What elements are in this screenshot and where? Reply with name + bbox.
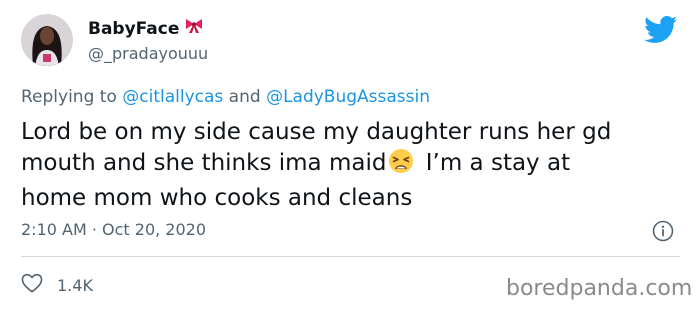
tweet-line-3: home mom who cooks and cleans [21, 185, 413, 211]
like-count: 1.4K [57, 275, 93, 295]
tweet-line-2b: I’m a stay at [418, 150, 571, 176]
twitter-bird-icon[interactable] [644, 16, 678, 48]
tweet-line-2a: mouth and she thinks ima maid [21, 150, 387, 176]
replying-to-conjunction: and [223, 87, 267, 107]
mention-link-citlallycas[interactable]: @citlallycas [122, 87, 223, 107]
tweet-timestamp[interactable]: 2:10 AM · Oct 20, 2020 [21, 220, 206, 239]
avatar[interactable] [21, 14, 73, 66]
heart-icon [21, 273, 43, 297]
replying-to-label: Replying to [21, 87, 123, 107]
divider [21, 256, 680, 257]
user-handle[interactable]: @_pradayouuu [88, 44, 208, 63]
display-name[interactable]: BabyFace [88, 18, 203, 39]
tweet-line-2: mouth and she thinks ima maid I’m a stay… [21, 148, 681, 183]
weary-face-icon [388, 148, 414, 183]
tweet-text: Lord be on my side cause my daughter run… [21, 117, 681, 214]
bow-icon [185, 18, 203, 39]
tweet-line-1: Lord be on my side cause my daughter run… [21, 119, 612, 145]
replying-to-line: Replying to @citlallycas and @LadyBugAss… [21, 87, 430, 107]
like-button[interactable]: 1.4K [21, 273, 93, 297]
mention-link-ladybugassassin[interactable]: @LadyBugAssassin [266, 87, 430, 107]
watermark: boredpanda.com [506, 276, 693, 301]
display-name-text: BabyFace [88, 18, 180, 39]
info-icon[interactable] [652, 220, 674, 246]
